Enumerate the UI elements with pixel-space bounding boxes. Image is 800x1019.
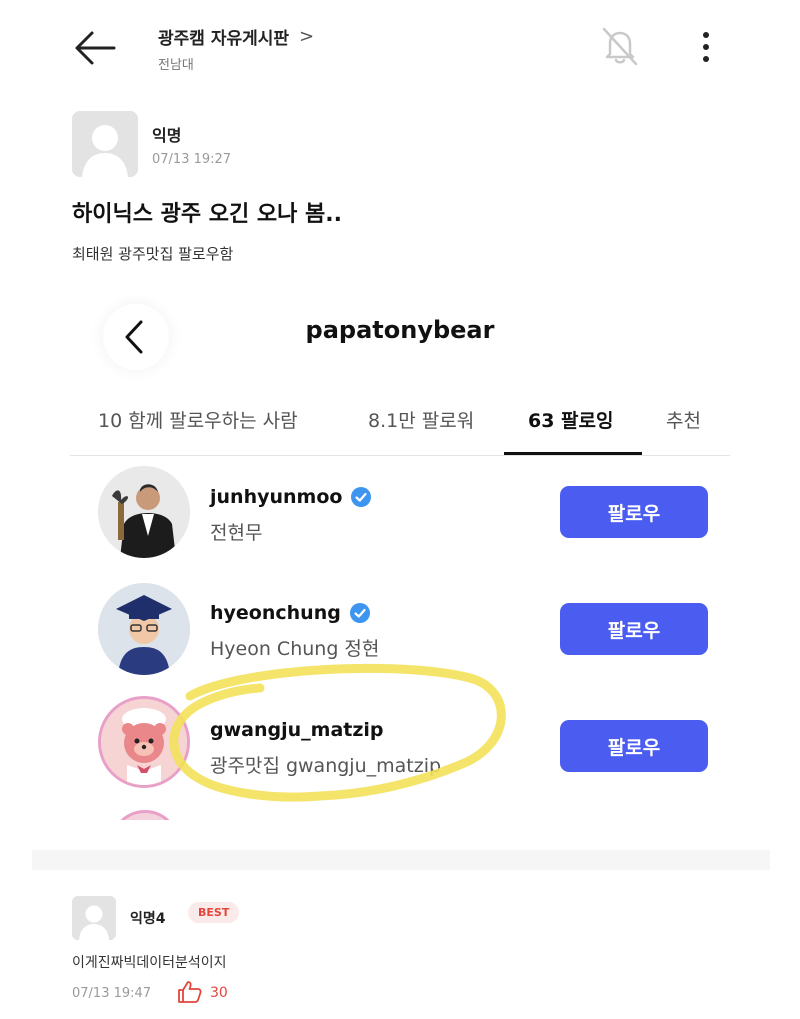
board-title-link[interactable]: 광주캠 자유게시판 > — [158, 24, 314, 49]
arrow-left-icon — [75, 31, 116, 65]
more-options-button[interactable] — [694, 28, 718, 66]
like-button[interactable] — [177, 980, 203, 1004]
top-bar: 광주캠 자유게시판 > 전남대 — [0, 0, 800, 100]
comment-text: 이게진짜빅데이터분석이지 — [72, 955, 227, 971]
highlight-circle — [169, 663, 506, 802]
thumbs-up-icon — [178, 981, 202, 1003]
more-vertical-icon — [703, 32, 709, 62]
author-avatar — [72, 111, 138, 177]
best-badge: BEST — [188, 902, 240, 923]
author-name: 익명 — [152, 126, 182, 145]
comment-avatar — [72, 896, 116, 940]
chevron-right-icon: > — [299, 26, 315, 47]
post-date: 07/13 19:27 — [152, 152, 232, 167]
comment-author: 익명4 — [130, 911, 166, 927]
default-avatar-icon — [72, 111, 138, 177]
default-avatar-icon — [72, 896, 116, 940]
board-subtitle: 전남대 — [158, 58, 194, 73]
board-title: 광주캠 자유게시판 — [158, 29, 290, 49]
post-body: 최태원 광주맛집 팔로우함 — [72, 245, 234, 263]
section-divider — [32, 850, 770, 870]
bell-off-icon — [602, 27, 638, 66]
notification-toggle-button[interactable] — [598, 24, 642, 68]
back-button[interactable] — [72, 28, 118, 68]
embedded-image[interactable]: papatonybear 10 함께 팔로우하는 사람 8.1만 팔로워 63 … — [70, 296, 730, 820]
post-title: 하이닉스 광주 오긴 오나 봄.. — [72, 202, 342, 227]
comment-date: 07/13 19:47 — [72, 986, 152, 1001]
like-count: 30 — [210, 985, 228, 1001]
